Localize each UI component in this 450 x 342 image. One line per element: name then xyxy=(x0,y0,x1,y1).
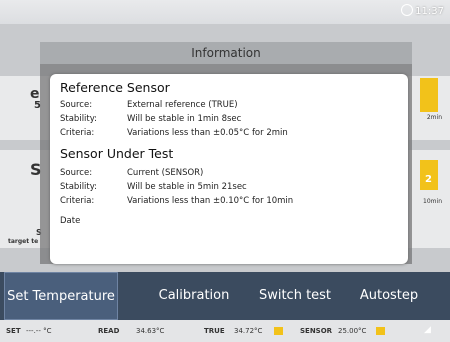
clock-time: 11:37 xyxy=(415,6,444,17)
reference-stability-label: Stability: xyxy=(60,114,98,124)
status-bar: SET ---.-- °C READ 34.63°C TRUE 34.72°C … xyxy=(0,320,450,342)
date-label: Date xyxy=(60,216,81,226)
sensor-heading: Sensor Under Test xyxy=(60,146,174,161)
tab-calibration[interactable]: Calibration xyxy=(144,272,244,320)
background-yellow-block-2: 2 xyxy=(420,160,438,190)
status-true-value: 34.72°C xyxy=(234,327,263,335)
sensor-indicator-icon xyxy=(376,327,385,335)
status-sensor-label: SENSOR xyxy=(300,327,333,335)
true-indicator-icon xyxy=(274,327,283,335)
reference-source-value: External reference (TRUE) xyxy=(127,100,238,110)
status-set-value: ---.-- °C xyxy=(26,327,52,335)
reference-criteria-value: Variations less than ±0.05°C for 2min xyxy=(127,128,288,138)
tab-autostep[interactable]: Autostep xyxy=(346,272,432,320)
dialog-title: Information xyxy=(40,42,412,64)
status-read-value: 34.63°C xyxy=(136,327,165,335)
background-yellow-block-1 xyxy=(420,78,438,112)
sensor-stability-value: Will be stable in 5min 21sec xyxy=(127,182,247,192)
tab-bar: Set Temperature Calibration Switch test … xyxy=(0,272,450,320)
background-small-2: 10min xyxy=(423,198,442,205)
reference-heading: Reference Sensor xyxy=(60,80,170,95)
background-target-text: target te xyxy=(8,238,39,245)
sensor-criteria-label: Criteria: xyxy=(60,196,95,206)
sensor-source-value: Current (SENSOR) xyxy=(127,168,204,178)
clock: 11:37 xyxy=(401,4,444,17)
sensor-source-label: Source: xyxy=(60,168,93,178)
tab-set-temperature[interactable]: Set Temperature xyxy=(4,272,118,320)
tab-switch-test[interactable]: Switch test xyxy=(248,272,342,320)
sensor-criteria-value: Variations less than ±0.10°C for 10min xyxy=(127,196,294,206)
status-read-label: READ xyxy=(98,327,120,335)
reference-source-label: Source: xyxy=(60,100,93,110)
signal-icon: ◢ xyxy=(424,325,431,335)
status-true-label: TRUE xyxy=(204,327,225,335)
status-sensor-value: 25.00°C xyxy=(338,327,367,335)
sensor-stability-label: Stability: xyxy=(60,182,98,192)
top-bar: 11:37 xyxy=(0,0,450,24)
clock-icon xyxy=(401,4,414,16)
background-value-2: 2 xyxy=(425,174,432,185)
background-small-1: 2min xyxy=(426,114,442,121)
status-set-label: SET xyxy=(6,327,21,335)
reference-stability-value: Will be stable in 1min 8sec xyxy=(127,114,242,124)
reference-criteria-label: Criteria: xyxy=(60,128,95,138)
